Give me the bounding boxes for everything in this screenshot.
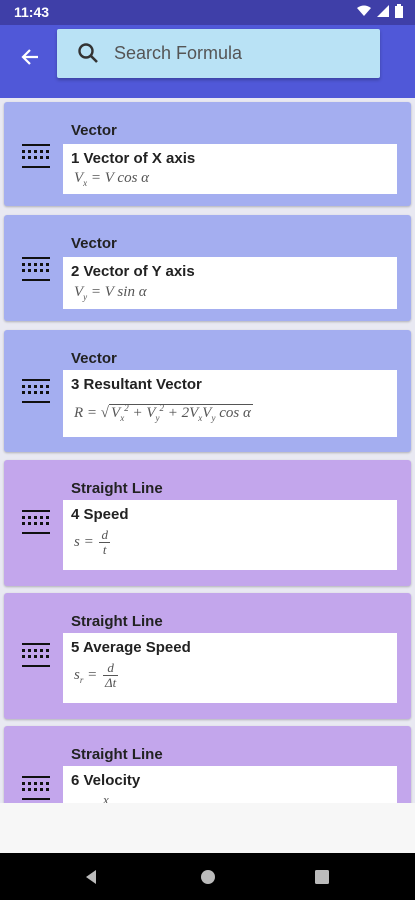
- app-bar: Search Formula: [0, 25, 415, 98]
- formula-name: 2 Vector of Y axis: [71, 263, 195, 280]
- back-nav-icon[interactable]: [82, 867, 102, 887]
- formula-box[interactable]: 3 Resultant Vector R = √ Vx2 + Vy2 + 2VxV…: [63, 370, 397, 437]
- category-label: Vector: [71, 350, 117, 367]
- list-icon: [22, 144, 50, 168]
- category-label: Straight Line: [71, 746, 163, 763]
- category-label: Straight Line: [71, 613, 163, 630]
- search-bar[interactable]: Search Formula: [57, 29, 380, 78]
- list-icon: [22, 257, 50, 281]
- formula-box[interactable]: 6 Velocity x: [63, 766, 397, 803]
- search-input[interactable]: Search Formula: [114, 43, 242, 64]
- list-icon: [22, 379, 50, 403]
- navigation-bar: [0, 853, 415, 900]
- formula-expression: Vx = V cos α: [74, 170, 150, 188]
- formula-expression: R = √ Vx2 + Vy2 + 2VxVy cos α: [74, 403, 253, 423]
- formula-card[interactable]: Straight Line 6 Velocity x: [4, 726, 411, 803]
- formula-expression: s = dt: [74, 527, 110, 557]
- back-button[interactable]: [14, 41, 46, 73]
- battery-icon: [395, 4, 403, 18]
- bottom-area: [0, 803, 415, 853]
- status-time: 11:43: [14, 4, 50, 20]
- list-icon: [22, 510, 50, 534]
- formula-name: 1 Vector of X axis: [71, 150, 196, 167]
- formula-box[interactable]: 1 Vector of X axis Vx = V cos α: [63, 144, 397, 194]
- formula-card[interactable]: Straight Line 5 Average Speed sr = d Δt: [4, 593, 411, 719]
- formula-card[interactable]: Straight Line 4 Speed s = dt: [4, 460, 411, 586]
- formula-card[interactable]: Vector 1 Vector of X axis Vx = V cos α: [4, 102, 411, 206]
- formula-card[interactable]: Vector 3 Resultant Vector R = √ Vx2 + Vy2…: [4, 330, 411, 452]
- formula-box[interactable]: 5 Average Speed sr = d Δt: [63, 633, 397, 703]
- recents-nav-icon[interactable]: [312, 867, 332, 887]
- category-label: Straight Line: [71, 480, 163, 497]
- formula-expression: sr = d Δt: [74, 660, 119, 690]
- formula-card[interactable]: Vector 2 Vector of Y axis Vy = V sin α: [4, 215, 411, 321]
- category-label: Vector: [71, 122, 117, 139]
- status-bar: 11:43: [0, 0, 415, 25]
- formula-box[interactable]: 4 Speed s = dt: [63, 500, 397, 570]
- formula-list[interactable]: Vector 1 Vector of X axis Vx = V cos α V…: [0, 98, 415, 803]
- formula-name: 5 Average Speed: [71, 639, 191, 656]
- formula-name: 4 Speed: [71, 506, 129, 523]
- formula-expression: Vy = V sin α: [74, 284, 147, 302]
- home-nav-icon[interactable]: [198, 867, 218, 887]
- signal-icon: [377, 5, 389, 17]
- formula-name: 6 Velocity: [71, 772, 141, 789]
- formula-expression: x: [103, 792, 109, 803]
- arrow-left-icon: [21, 49, 38, 65]
- category-label: Vector: [71, 235, 117, 252]
- formula-box[interactable]: 2 Vector of Y axis Vy = V sin α: [63, 257, 397, 309]
- formula-name: 3 Resultant Vector: [71, 376, 202, 393]
- list-icon: [22, 643, 50, 667]
- wifi-icon: [357, 5, 371, 16]
- list-icon: [22, 776, 50, 800]
- search-icon: [78, 43, 98, 63]
